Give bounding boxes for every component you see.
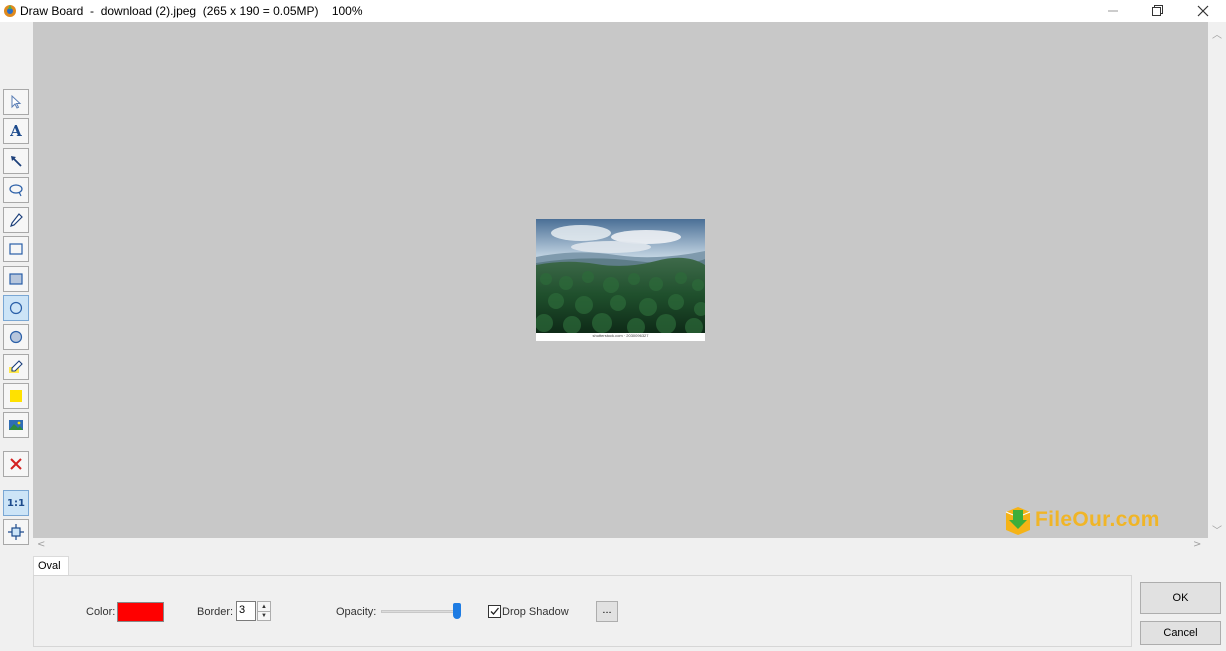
cursor-icon <box>11 95 22 109</box>
arrow-icon <box>11 156 22 167</box>
loaded-photo[interactable]: shutterstock.com · 2030096327 <box>536 219 705 341</box>
rectangle-filled-icon <box>9 273 23 285</box>
lasso-tool-button[interactable] <box>3 177 29 203</box>
yellow-fill-tool-button[interactable] <box>3 383 29 409</box>
close-button[interactable] <box>1180 0 1226 22</box>
title-bar: Draw Board - download (2).jpeg (265 x 19… <box>0 0 1226 22</box>
text-tool-button[interactable]: A <box>3 118 29 144</box>
tab-oval[interactable]: Oval <box>33 556 69 576</box>
filled-oval-tool-button[interactable] <box>3 324 29 350</box>
delete-x-icon <box>10 458 22 470</box>
border-label: Border: <box>197 606 234 618</box>
pencil-tool-button[interactable] <box>3 207 29 233</box>
text-icon: A <box>10 122 22 140</box>
checkmark-icon <box>490 607 499 615</box>
highlighter-tool-button[interactable] <box>3 354 29 380</box>
lasso-icon <box>9 184 23 197</box>
scroll-down-icon[interactable]: ﹀ <box>1212 522 1222 537</box>
drop-shadow-checkbox[interactable] <box>488 605 501 618</box>
minimize-icon <box>1108 10 1118 12</box>
cancel-button[interactable]: Cancel <box>1140 621 1221 645</box>
photo-caption: shutterstock.com · 2030096327 <box>592 333 649 338</box>
close-icon <box>1197 5 1209 17</box>
more-options-button[interactable]: ... <box>596 601 618 622</box>
watermark: FileOur.com <box>1003 503 1160 537</box>
actual-size-button[interactable]: 1:1 <box>3 490 29 516</box>
border-spinner[interactable]: ▲ ▼ <box>257 601 271 621</box>
color-label: Color: <box>86 606 116 618</box>
restore-button[interactable] <box>1135 0 1181 22</box>
vertical-scrollbar[interactable]: ︿ ﹀ <box>1208 22 1226 538</box>
border-width-input[interactable]: 3 <box>236 601 256 621</box>
highlighter-icon <box>9 360 23 373</box>
image-icon <box>9 420 23 430</box>
scroll-right-icon[interactable]: > <box>1193 539 1201 550</box>
color-picker-swatch[interactable] <box>117 602 164 622</box>
scroll-up-icon[interactable]: ︿ <box>1212 26 1222 41</box>
drop-shadow-label[interactable]: Drop Shadow <box>502 606 569 618</box>
opacity-label: Opacity: <box>336 606 377 618</box>
minimize-button[interactable] <box>1090 0 1136 22</box>
filled-rectangle-tool-button[interactable] <box>3 266 29 292</box>
tool-sidebar: A 1:1 <box>0 22 33 651</box>
fit-window-icon <box>8 524 24 540</box>
actual-size-icon: 1:1 <box>7 497 25 509</box>
pencil-icon <box>10 213 23 227</box>
rectangle-outline-icon <box>9 243 23 255</box>
opacity-slider-track[interactable] <box>381 610 461 613</box>
app-logo-icon <box>4 5 16 17</box>
watermark-text: FileOur.com <box>1035 508 1160 531</box>
horizontal-scrollbar[interactable]: < > <box>33 538 1208 554</box>
window-title: Draw Board - download (2).jpeg (265 x 19… <box>20 4 363 18</box>
rectangle-tool-button[interactable] <box>3 236 29 262</box>
fit-window-button[interactable] <box>3 519 29 545</box>
spin-down-icon[interactable]: ▼ <box>258 611 270 620</box>
spin-up-icon[interactable]: ▲ <box>258 602 270 611</box>
oval-tool-button[interactable] <box>3 295 29 321</box>
oval-outline-icon <box>9 301 23 315</box>
ok-button[interactable]: OK <box>1140 582 1221 614</box>
arrow-tool-button[interactable] <box>3 148 29 174</box>
scroll-left-icon[interactable]: < <box>37 539 45 550</box>
restore-icon <box>1152 5 1163 16</box>
yellow-square-icon <box>10 390 22 402</box>
select-tool-button[interactable] <box>3 89 29 115</box>
delete-tool-button[interactable] <box>3 451 29 477</box>
fileour-logo-icon <box>1005 507 1031 535</box>
opacity-slider-thumb[interactable] <box>453 603 461 619</box>
forest-landscape-image <box>536 219 705 336</box>
image-tool-button[interactable] <box>3 412 29 438</box>
oval-filled-icon <box>9 330 23 344</box>
